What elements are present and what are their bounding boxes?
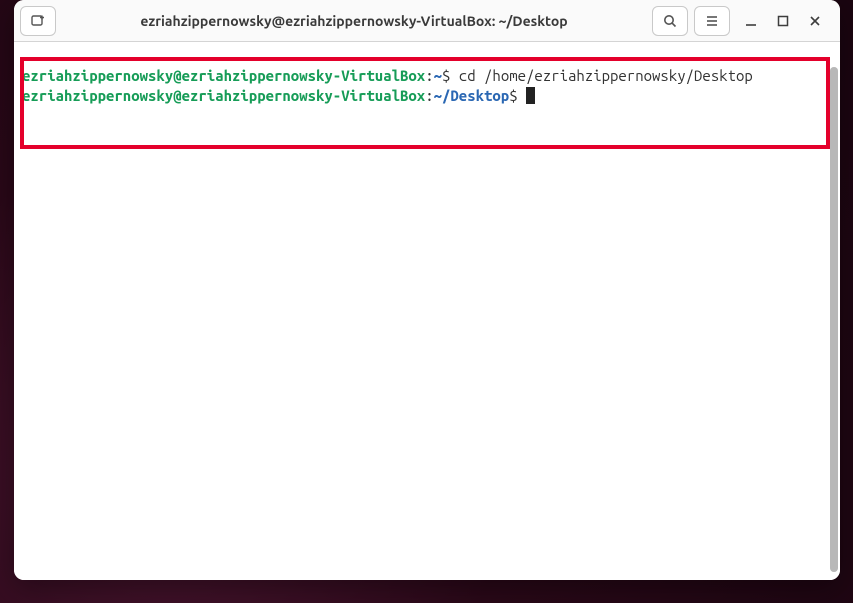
minimize-button[interactable] [742, 12, 760, 30]
new-tab-button[interactable] [20, 6, 56, 36]
search-icon [662, 13, 678, 29]
prompt-dollar: $ [442, 67, 459, 84]
prompt-path: ~/Desktop [434, 87, 510, 104]
close-button[interactable] [806, 12, 824, 30]
prompt-colon: : [425, 87, 433, 104]
scrollbar[interactable] [830, 67, 838, 572]
prompt-colon: : [425, 67, 433, 84]
terminal-output[interactable]: ezriahzippernowsky@ezriahzippernowsky-Vi… [14, 66, 828, 576]
new-tab-icon [30, 13, 46, 29]
menu-button[interactable] [694, 6, 730, 36]
window-title: ezriahzippernowsky@ezriahzippernowsky-Vi… [62, 13, 646, 29]
maximize-button[interactable] [774, 12, 792, 30]
titlebar: ezriahzippernowsky@ezriahzippernowsky-Vi… [14, 0, 840, 42]
prompt-user: ezriahzippernowsky@ezriahzippernowsky-Vi… [22, 67, 425, 84]
maximize-icon [777, 15, 789, 27]
prompt-dollar: $ [509, 87, 526, 104]
minimize-icon [745, 15, 757, 27]
prompt-user: ezriahzippernowsky@ezriahzippernowsky-Vi… [22, 87, 425, 104]
command-text: cd /home/ezriahzippernowsky/Desktop [459, 67, 753, 84]
terminal-window: ezriahzippernowsky@ezriahzippernowsky-Vi… [14, 0, 840, 580]
hamburger-icon [704, 13, 720, 29]
scrollbar-thumb[interactable] [830, 67, 838, 572]
window-controls [736, 12, 834, 30]
prompt-path: ~ [434, 67, 442, 84]
terminal-area[interactable]: ezriahzippernowsky@ezriahzippernowsky-Vi… [14, 42, 840, 580]
cursor [526, 87, 535, 104]
close-icon [809, 15, 821, 27]
search-button[interactable] [652, 6, 688, 36]
